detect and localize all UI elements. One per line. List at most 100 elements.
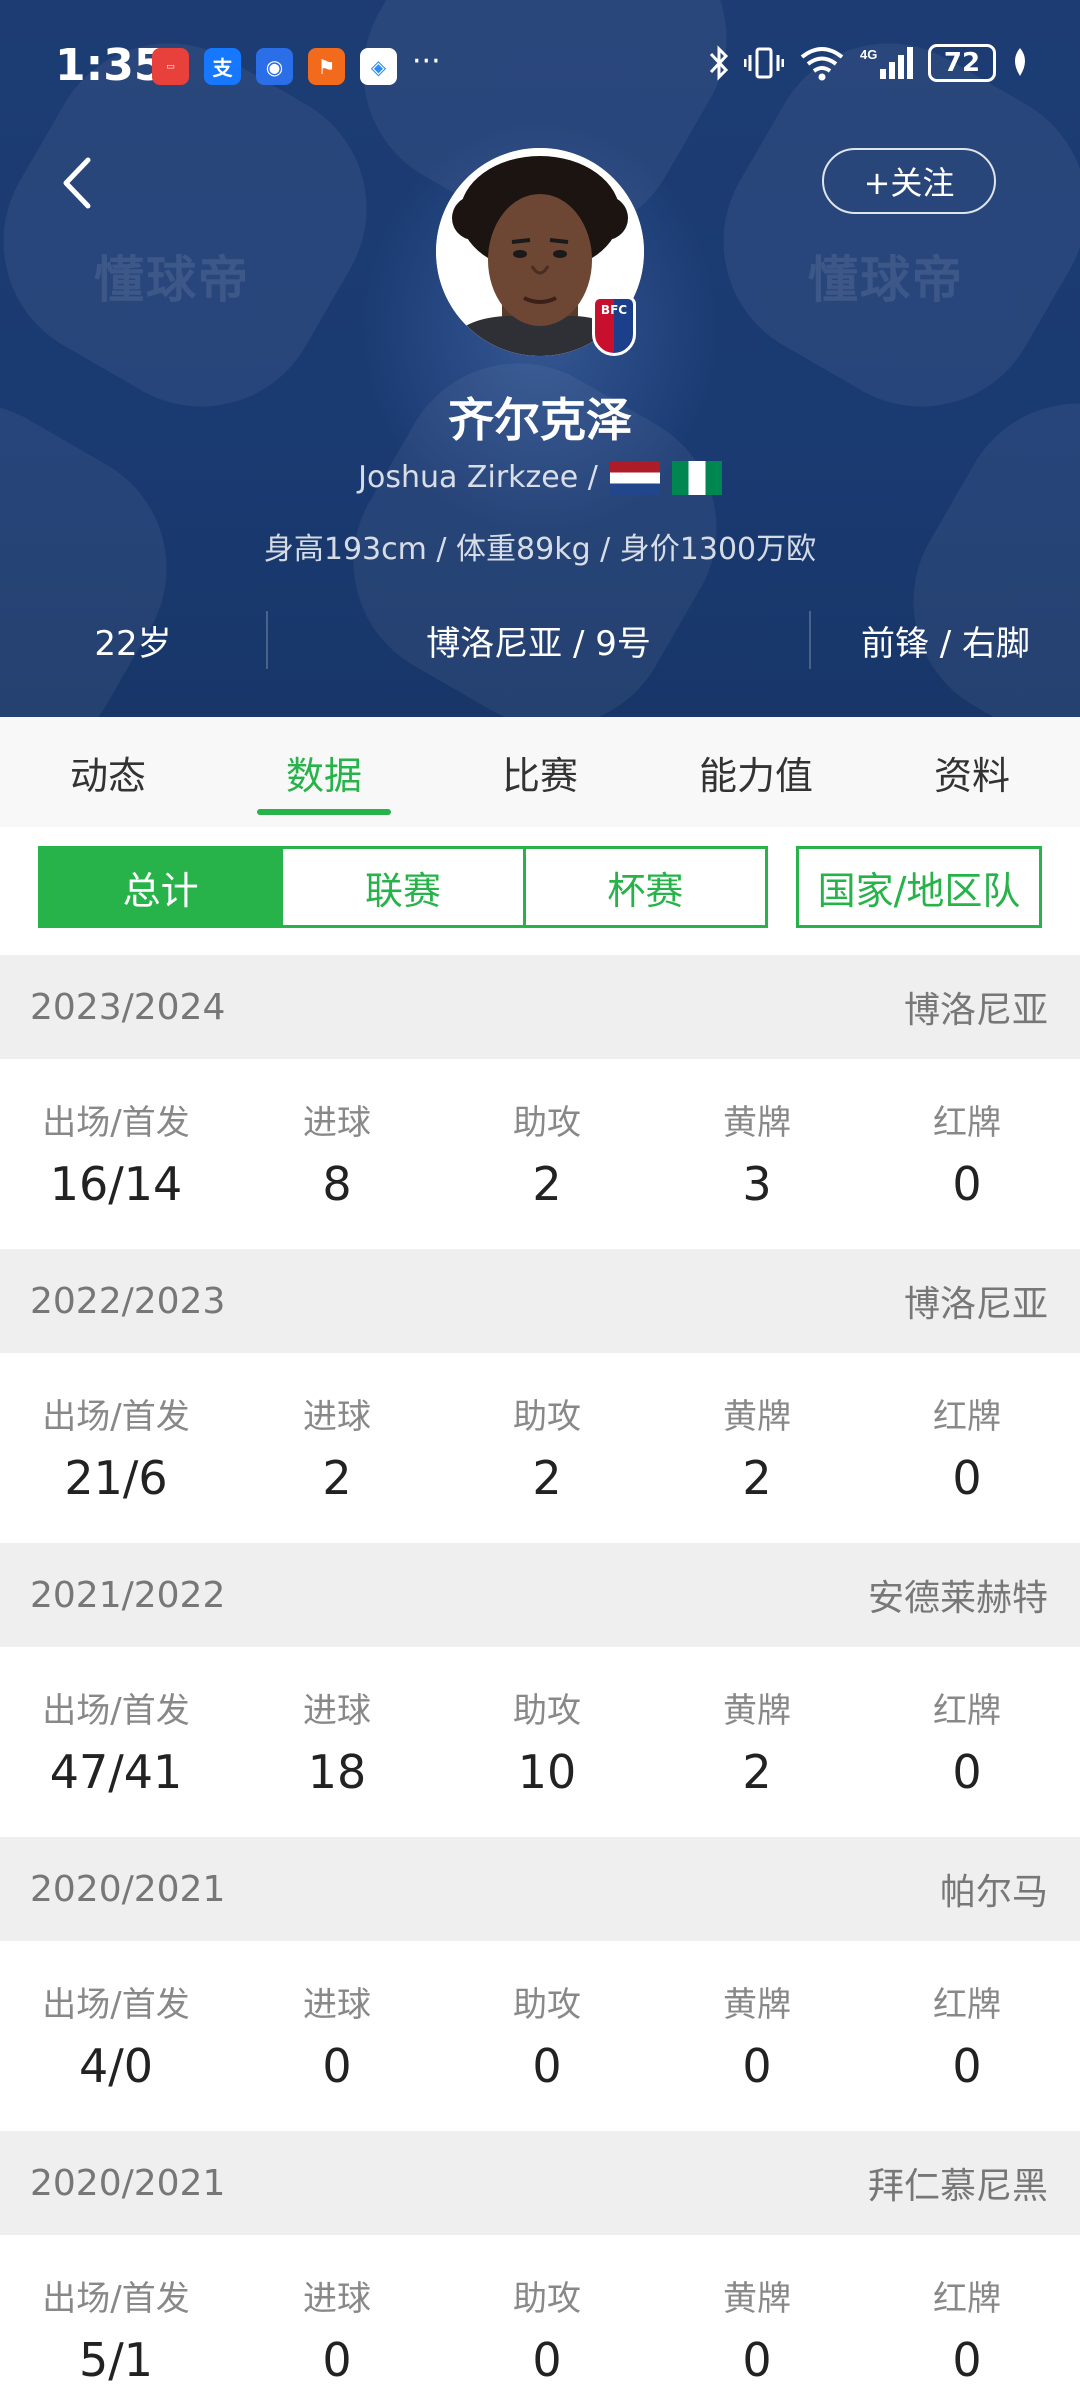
stat-label-yellow: 黄牌 — [723, 1397, 791, 1437]
stat-label-assists: 助攻 — [513, 2279, 581, 2319]
player-name-row: Joshua Zirkzee / — [0, 460, 1080, 495]
player-name: 齐尔克泽 — [448, 393, 632, 447]
stat-value-assists: 0 — [532, 2333, 562, 2387]
season-stats-list: 2023/2024 博洛尼亚 出场/首发 16/14 进球 8 助攻 2 黄牌 3 红牌 0 2022/… — [0, 955, 1080, 2388]
stat-label-yellow: 黄牌 — [723, 2279, 791, 2319]
stat-value-yellow: 2 — [742, 1745, 772, 1799]
stat-label-apps: 出场/首发 — [42, 1397, 190, 1437]
nigeria-flag-icon — [671, 460, 722, 495]
stat-value-yellow: 2 — [742, 1451, 772, 1505]
stat-value-goals: 2 — [322, 1451, 352, 1505]
tab-data[interactable]: 数据 — [216, 717, 432, 827]
watermark-right: 懂球帝 — [808, 251, 964, 309]
stat-label-assists: 助攻 — [513, 1985, 581, 2025]
battery-icon: 72 — [928, 44, 996, 82]
season-club: 安德莱赫特 — [867, 1578, 1048, 1619]
stat-value-goals: 8 — [322, 1157, 352, 1211]
stat-value-apps: 16/14 — [49, 1157, 183, 1211]
season-header[interactable]: 2020/2021 拜仁慕尼黑 — [0, 2131, 1080, 2235]
season-club: 博洛尼亚 — [903, 990, 1048, 1031]
season-stats-row: 出场/首发 16/14 进球 8 助攻 2 黄牌 3 红牌 0 — [0, 1059, 1080, 1249]
stat-value-apps: 5/1 — [78, 2333, 154, 2387]
stat-value-goals: 0 — [322, 2039, 352, 2093]
tab-matches[interactable]: 比赛 — [432, 717, 648, 827]
season-stats-row: 出场/首发 47/41 进球 18 助攻 10 黄牌 2 红牌 0 — [0, 1647, 1080, 1837]
netherlands-flag-icon — [609, 460, 660, 495]
stat-apps: 出场/首发 4/0 — [0, 1941, 232, 2131]
stat-label-yellow: 黄牌 — [723, 1691, 791, 1731]
status-time: 1:35 — [55, 40, 165, 91]
stat-value-red: 0 — [952, 2333, 982, 2387]
segment-total[interactable]: 总计 — [41, 849, 284, 925]
cellular-signal-icon: 4G — [860, 47, 913, 79]
navigation-app-icon: ◈ — [360, 48, 397, 85]
stat-label-goals: 进球 — [303, 1103, 371, 1143]
stat-yellow: 黄牌 2 — [652, 1353, 862, 1543]
stat-label-apps: 出场/首发 — [42, 1985, 190, 2025]
stat-apps: 出场/首发 16/14 — [0, 1059, 232, 1249]
stat-value-red: 0 — [952, 1451, 982, 1505]
follow-button[interactable]: +关注 — [822, 148, 996, 214]
stat-value-red: 0 — [952, 1157, 982, 1211]
stat-label-goals: 进球 — [303, 1985, 371, 2025]
player-info-bar: 22岁 博洛尼亚 / 9号 前锋 / 右脚 — [0, 605, 1080, 675]
alipay-app-icon: 支 — [204, 48, 241, 85]
stat-yellow: 黄牌 2 — [652, 1647, 862, 1837]
stat-red: 红牌 0 — [862, 1353, 1072, 1543]
stat-label-red: 红牌 — [933, 1397, 1001, 1437]
stat-assists: 助攻 10 — [442, 1647, 652, 1837]
stat-apps: 出场/首发 5/1 — [0, 2235, 232, 2388]
segment-national-team[interactable]: 国家/地区队 — [796, 846, 1042, 928]
player-header: 懂球帝 懂球帝 1:35 ▭ 支 ◉ ⚑ ◈ ··· 4G 72 +关注 BFC… — [0, 0, 1080, 717]
status-bar: 1:35 ▭ 支 ◉ ⚑ ◈ ··· 4G 72 — [0, 0, 1080, 130]
stat-yellow: 黄牌 3 — [652, 1059, 862, 1249]
segment-league[interactable]: 联赛 — [283, 849, 526, 925]
season-year: 2023/2024 — [30, 986, 226, 1028]
stat-value-goals: 0 — [322, 2333, 352, 2387]
season-year: 2022/2023 — [30, 1280, 226, 1322]
profile-tabs: 动态 数据 比赛 能力值 资料 — [0, 717, 1080, 827]
stat-value-assists: 0 — [532, 2039, 562, 2093]
stat-value-assists: 2 — [532, 1451, 562, 1505]
stat-value-goals: 18 — [307, 1745, 367, 1799]
tab-profile[interactable]: 资料 — [864, 717, 1080, 827]
stat-label-red: 红牌 — [933, 2279, 1001, 2319]
stat-value-yellow: 0 — [742, 2039, 772, 2093]
stat-assists: 助攻 0 — [442, 2235, 652, 2388]
stat-goals: 进球 18 — [232, 1647, 442, 1837]
browser-app-icon: ◉ — [256, 48, 293, 85]
stat-yellow: 黄牌 0 — [652, 2235, 862, 2388]
segment-cup[interactable]: 杯赛 — [525, 849, 765, 925]
player-club-number[interactable]: 博洛尼亚 / 9号 — [268, 605, 809, 675]
season-header[interactable]: 2020/2021 帕尔马 — [0, 1837, 1080, 1941]
svg-text:4G: 4G — [860, 47, 877, 62]
season-header[interactable]: 2021/2022 安德莱赫特 — [0, 1543, 1080, 1647]
club-badge-icon: BFC — [592, 296, 636, 356]
vibrate-icon — [744, 47, 784, 79]
tab-news[interactable]: 动态 — [0, 717, 216, 827]
player-body-info: 身高193cm / 体重89kg / 身价1300万欧 — [263, 532, 817, 567]
stat-label-apps: 出场/首发 — [42, 2279, 190, 2319]
stat-apps: 出场/首发 47/41 — [0, 1647, 232, 1837]
season-header[interactable]: 2023/2024 博洛尼亚 — [0, 955, 1080, 1059]
season-year: 2020/2021 — [30, 2162, 226, 2204]
player-age: 22岁 — [94, 623, 172, 664]
stat-label-assists: 助攻 — [513, 1103, 581, 1143]
competition-filter: 总计 联赛 杯赛 国家/地区队 — [38, 846, 1042, 928]
stat-goals: 进球 0 — [232, 1941, 442, 2131]
stat-assists: 助攻 2 — [442, 1353, 652, 1543]
stat-apps: 出场/首发 21/6 — [0, 1353, 232, 1543]
stat-value-apps: 21/6 — [64, 1451, 168, 1505]
player-english-name: Joshua Zirkzee / — [358, 460, 598, 495]
tab-ratings[interactable]: 能力值 — [648, 717, 864, 827]
stat-value-assists: 2 — [532, 1157, 562, 1211]
stat-value-yellow: 3 — [742, 1157, 772, 1211]
notification-icons: ▭ 支 ◉ ⚑ ◈ — [152, 48, 397, 85]
back-icon[interactable] — [52, 150, 102, 216]
stat-label-goals: 进球 — [303, 2279, 371, 2319]
competition-segment-group: 总计 联赛 杯赛 — [38, 846, 768, 928]
stat-label-apps: 出场/首发 — [42, 1691, 190, 1731]
bluetooth-icon — [709, 45, 729, 81]
season-header[interactable]: 2022/2023 博洛尼亚 — [0, 1249, 1080, 1353]
wifi-icon — [800, 47, 844, 81]
